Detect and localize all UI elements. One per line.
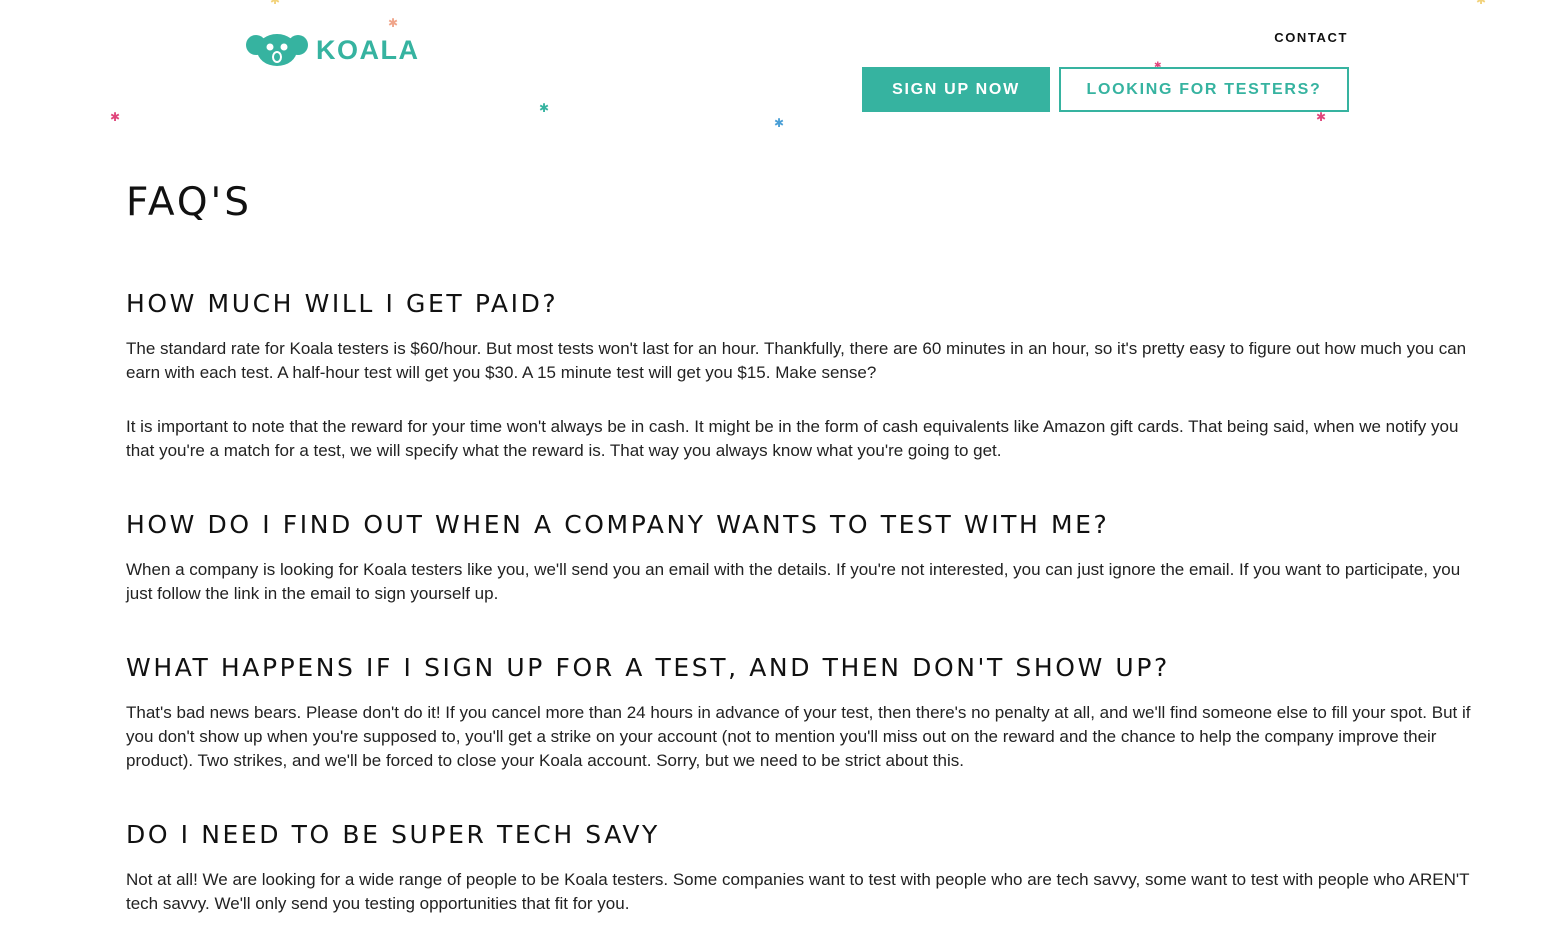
page-title: FAQ'S bbox=[126, 180, 253, 225]
confetti-yellow-1: ✱ bbox=[270, 0, 281, 7]
confetti-peach-1: ✱ bbox=[388, 16, 399, 30]
faq-question-notify: HOW DO I FIND OUT WHEN A COMPANY WANTS T… bbox=[126, 510, 1110, 539]
faq-question-pay: HOW MUCH WILL I GET PAID? bbox=[126, 289, 559, 318]
contact-link[interactable]: CONTACT bbox=[1268, 30, 1348, 45]
faq-answer-pay-2: It is important to note that the reward … bbox=[126, 417, 1459, 460]
confetti-blue-1: ✱ bbox=[774, 116, 785, 130]
confetti-pink-1: ✱ bbox=[110, 110, 121, 124]
faq-answer-pay-1: The standard rate for Koala testers is $… bbox=[126, 339, 1467, 382]
confetti-yellow-2: ✱ bbox=[1476, 0, 1487, 7]
logo-text: KOALA bbox=[316, 34, 420, 65]
koala-logo[interactable]: KOALA bbox=[246, 33, 420, 67]
sign-up-now-button[interactable]: SIGN UP NOW bbox=[862, 67, 1050, 112]
faq-answer-tech: Not at all! We are looking for a wide ra… bbox=[126, 870, 1470, 913]
looking-for-testers-button[interactable]: LOOKING FOR TESTERS? bbox=[1059, 67, 1349, 112]
faq-question-tech: DO I NEED TO BE SUPER TECH SAVY bbox=[126, 820, 660, 849]
faq-answer-notify: When a company is looking for Koala test… bbox=[126, 560, 1461, 603]
koala-face-icon bbox=[246, 34, 308, 66]
confetti-teal-1: ✱ bbox=[539, 101, 550, 115]
faq-question-no-show: WHAT HAPPENS IF I SIGN UP FOR A TEST, AN… bbox=[126, 653, 1170, 682]
faq-answer-no-show: That's bad news bears. Please don't do i… bbox=[126, 703, 1471, 770]
confetti-pink-3: ✱ bbox=[1316, 110, 1327, 124]
